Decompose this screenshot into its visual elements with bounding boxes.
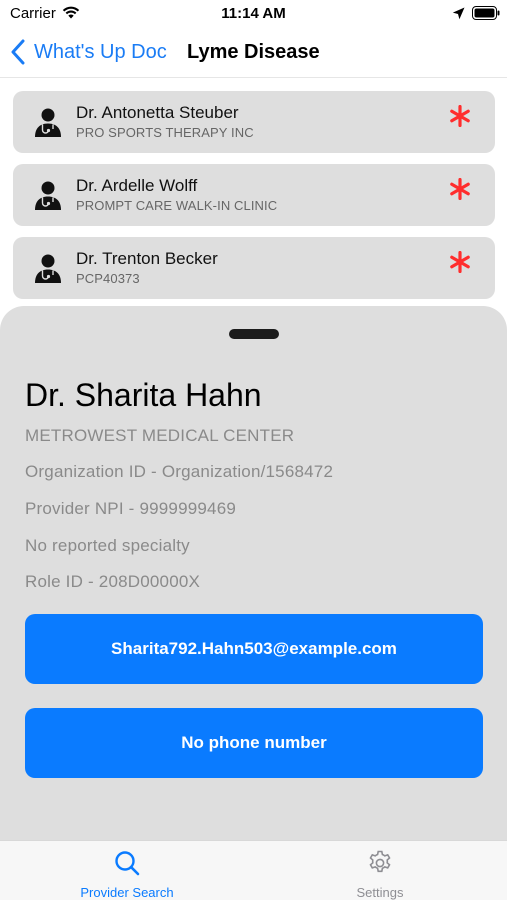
chevron-left-icon[interactable] <box>10 39 26 65</box>
back-button[interactable]: What's Up Doc <box>34 41 167 64</box>
provider-organization: PCP40373 <box>76 271 140 286</box>
provider-name: Dr. Antonetta Steuber <box>76 103 239 122</box>
doctor-icon <box>35 254 61 283</box>
doctor-icon <box>35 108 61 137</box>
asterisk-icon <box>450 105 470 127</box>
tab-provider-search[interactable]: Provider Search <box>37 841 217 900</box>
navigation-bar: What's Up Doc Lyme Disease <box>0 28 507 78</box>
detail-organization: METROWEST MEDICAL CENTER <box>25 426 295 445</box>
doctor-icon <box>35 181 61 210</box>
detail-organization-id: Organization ID - Organization/1568472 <box>25 462 334 481</box>
provider-row[interactable]: Dr. Ardelle Wolff PROMPT CARE WALK-IN CL… <box>13 164 495 226</box>
sheet-grabber[interactable] <box>229 329 279 339</box>
status-bar: Carrier 11:14 AM <box>0 0 507 28</box>
provider-name: Dr. Ardelle Wolff <box>76 176 198 195</box>
phone-button[interactable]: No phone number <box>25 708 483 778</box>
detail-role-id: Role ID - 208D00000X <box>25 572 201 591</box>
email-button[interactable]: Sharita792.Hahn503@example.com <box>25 614 483 684</box>
provider-name: Dr. Trenton Becker <box>76 249 218 268</box>
detail-npi: Provider NPI - 9999999469 <box>25 499 237 518</box>
provider-organization: PRO SPORTS THERAPY INC <box>76 125 254 140</box>
provider-row[interactable]: Dr. Antonetta Steuber PRO SPORTS THERAPY… <box>13 91 495 153</box>
gear-icon <box>369 850 391 873</box>
battery-icon <box>472 6 500 20</box>
tab-bar: Provider Search Settings <box>0 840 507 900</box>
clock: 11:14 AM <box>221 5 286 22</box>
tab-label: Provider Search <box>80 885 174 900</box>
detail-specialty: No reported specialty <box>25 536 190 555</box>
provider-row[interactable]: Dr. Trenton Becker PCP40373 <box>13 237 495 299</box>
asterisk-icon <box>450 251 470 273</box>
tab-settings[interactable]: Settings <box>290 841 470 900</box>
provider-organization: PROMPT CARE WALK-IN CLINIC <box>76 198 278 213</box>
tab-label: Settings <box>356 885 404 900</box>
asterisk-icon <box>450 178 470 200</box>
page-title: Lyme Disease <box>187 41 320 63</box>
detail-provider-name: Dr. Sharita Hahn <box>25 377 262 413</box>
provider-detail-sheet: Dr. Sharita Hahn METROWEST MEDICAL CENTE… <box>0 306 507 840</box>
location-arrow-icon <box>452 7 465 20</box>
search-icon <box>115 851 140 876</box>
